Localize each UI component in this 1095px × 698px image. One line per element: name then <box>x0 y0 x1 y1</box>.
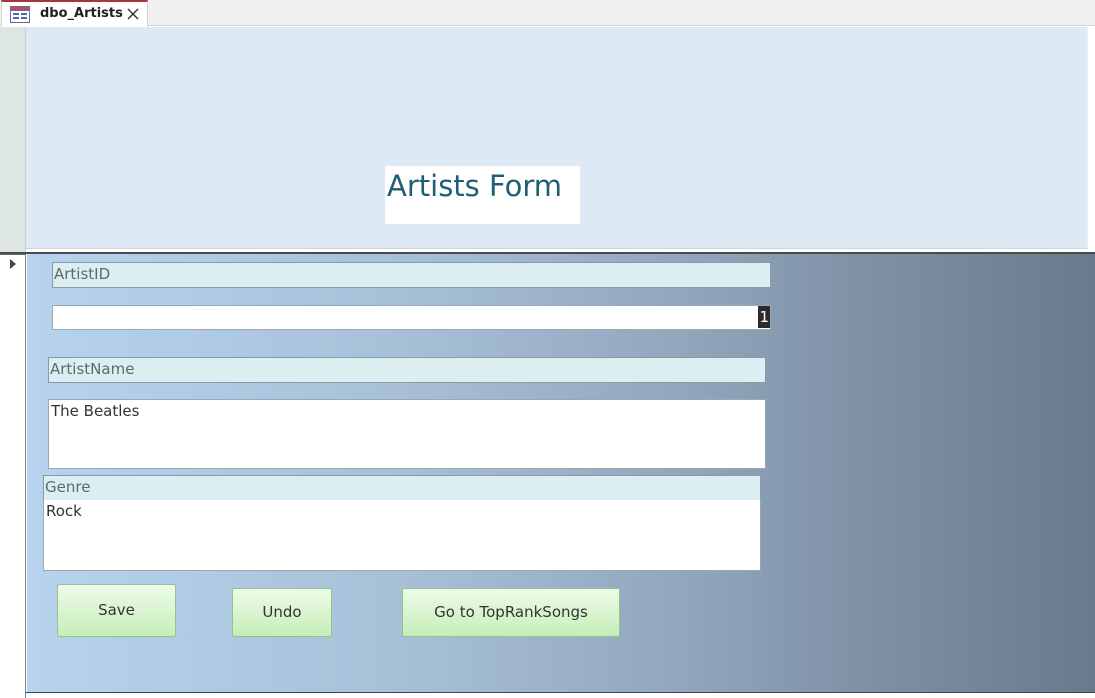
tab-label: dbo_Artists <box>40 6 123 21</box>
undo-button[interactable]: Undo <box>232 588 332 637</box>
genre-field[interactable]: Rock <box>43 500 761 571</box>
document-tab-bar: dbo_Artists <box>0 0 1095 27</box>
artist-id-field[interactable]: 1 <box>52 305 771 330</box>
current-record-arrow-icon <box>10 259 16 269</box>
go-to-top-rank-songs-button[interactable]: Go to TopRankSongs <box>402 588 620 637</box>
form-detail: ArtistID 1 ArtistName The Beatles Genre … <box>27 254 1095 692</box>
genre-label: Genre <box>43 475 761 501</box>
record-selector-strip <box>0 27 26 698</box>
form-icon <box>10 6 30 23</box>
artist-id-value: 1 <box>758 306 770 328</box>
form-header: Artists Form <box>26 27 1088 249</box>
save-button[interactable]: Save <box>57 584 176 637</box>
artist-name-field[interactable]: The Beatles <box>48 399 766 469</box>
close-icon[interactable] <box>124 3 142 23</box>
detail-bottom-border <box>26 692 1095 693</box>
artist-id-label: ArtistID <box>52 262 771 288</box>
title-box: Artists Form <box>385 166 580 224</box>
record-selector[interactable] <box>0 255 26 698</box>
page-title: Artists Form <box>387 169 563 203</box>
header-selector <box>0 27 26 253</box>
tab-dbo-artists[interactable]: dbo_Artists <box>1 0 148 27</box>
artist-name-label: ArtistName <box>48 357 766 383</box>
